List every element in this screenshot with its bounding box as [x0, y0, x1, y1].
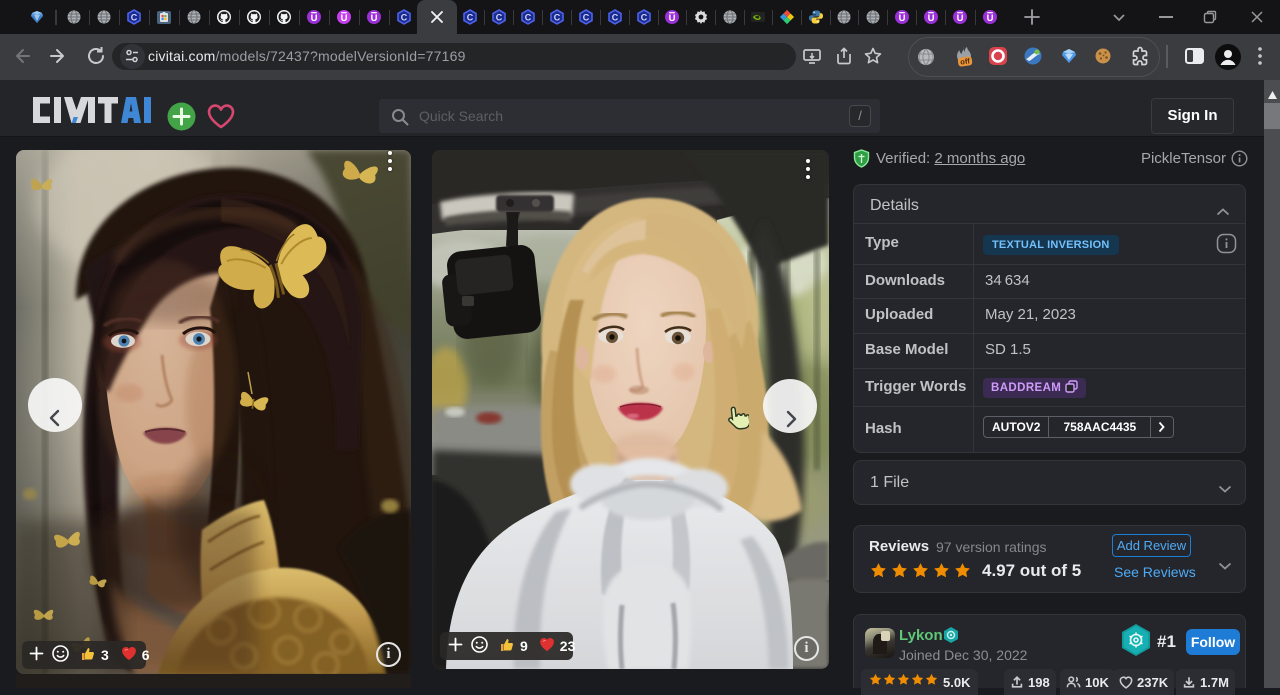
svg-text:C: C: [612, 13, 619, 23]
svg-text:C: C: [496, 13, 503, 23]
svg-text:C: C: [641, 13, 648, 23]
svg-text:C: C: [554, 13, 561, 23]
svg-text:U: U: [957, 13, 964, 24]
svg-text:U: U: [987, 13, 994, 24]
svg-text:U: U: [311, 13, 318, 24]
svg-text:U: U: [669, 13, 676, 24]
svg-text:C: C: [525, 13, 532, 23]
svg-text:C: C: [583, 13, 590, 23]
svg-text:C: C: [131, 13, 138, 23]
svg-text:U: U: [928, 13, 935, 24]
svg-text:C: C: [467, 13, 474, 23]
svg-text:U: U: [341, 13, 348, 24]
svg-text:C: C: [401, 13, 408, 23]
svg-text:off: off: [960, 56, 971, 66]
svg-text:U: U: [899, 13, 906, 24]
svg-text:U: U: [371, 13, 378, 24]
